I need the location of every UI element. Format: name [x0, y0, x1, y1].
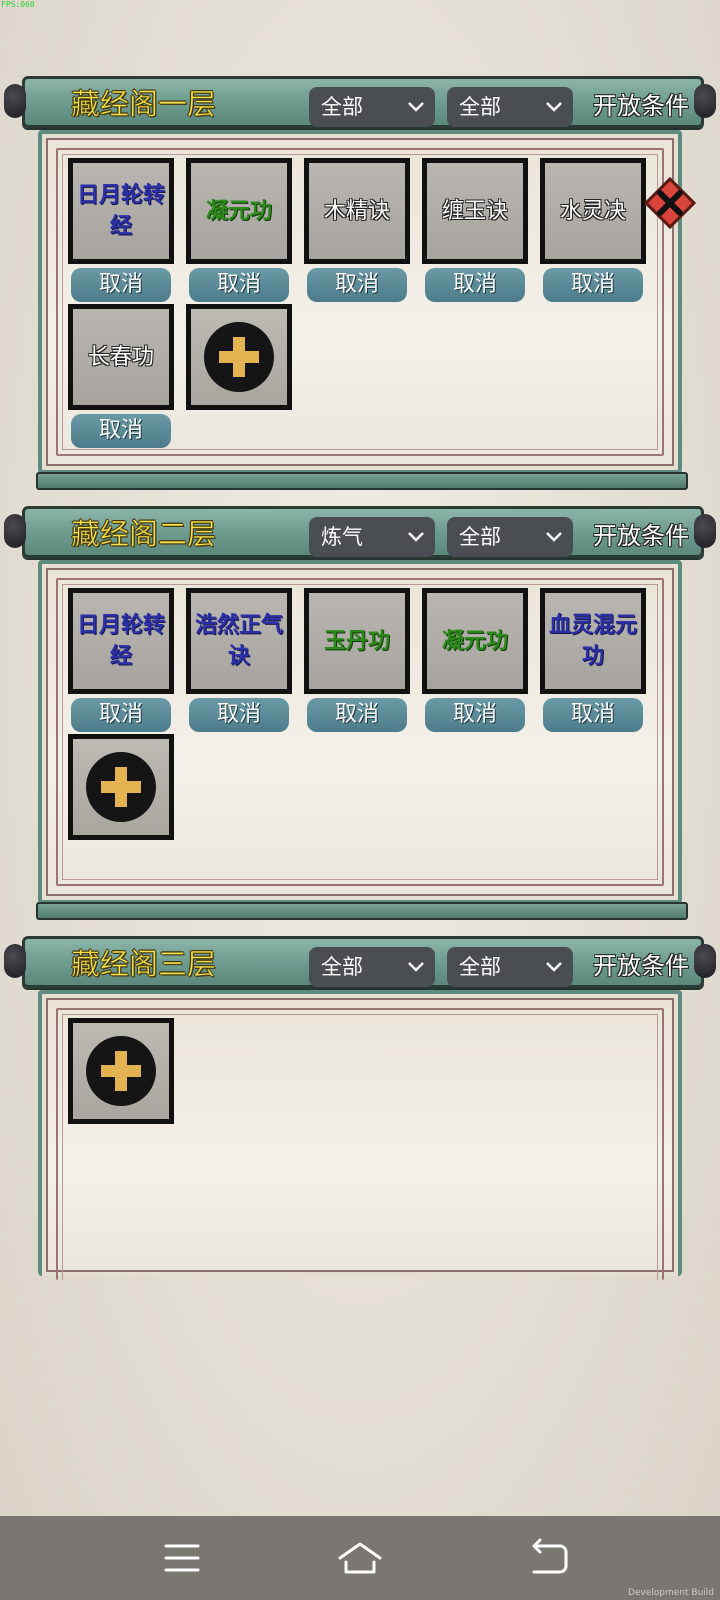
- floor-1-filter-realm[interactable]: 全部: [309, 87, 435, 127]
- floor-2-panel-base: [36, 902, 688, 920]
- cancel-button[interactable]: 取消: [71, 414, 171, 448]
- skill-slot[interactable]: 水灵决: [540, 158, 646, 264]
- floor-1-panel-base: [36, 472, 688, 490]
- cancel-button[interactable]: 取消: [425, 268, 525, 302]
- floor-1-open-condition-button[interactable]: 开放条件: [593, 89, 689, 123]
- scroll-rod-end: [4, 84, 26, 118]
- floor-3-open-condition-button[interactable]: 开放条件: [593, 949, 689, 983]
- floor-1-filter-realm-value: 全部: [321, 95, 363, 119]
- floor-2-filter-realm-value: 炼气: [321, 525, 363, 549]
- floor-3-header-bar: 藏经阁三层 全部 全部 开放条件: [22, 936, 704, 988]
- floor-3-title: 藏经阁三层: [71, 947, 217, 982]
- skill-name: 浩然正气诀: [194, 613, 283, 669]
- floor-1-filter-type-value: 全部: [459, 95, 501, 119]
- floor-2-filter-realm[interactable]: 炼气: [309, 517, 435, 557]
- floor-2-header-bar: 藏经阁二层 炼气 全部 开放条件: [22, 506, 704, 558]
- add-skill-slot[interactable]: [68, 1018, 174, 1124]
- floor-3-filter-type-value: 全部: [459, 955, 501, 979]
- development-build-label: Development Build: [627, 1588, 714, 1598]
- skill-name: 水灵决: [559, 198, 626, 224]
- skill-slot[interactable]: 玉丹功: [304, 588, 410, 694]
- chevron-down-icon: [546, 102, 562, 112]
- add-skill-slot[interactable]: [186, 304, 292, 410]
- home-icon[interactable]: [336, 1536, 384, 1580]
- chevron-down-icon: [546, 532, 562, 542]
- scroll-rod-end: [694, 944, 716, 978]
- close-icon[interactable]: [643, 176, 697, 230]
- system-navigation-bar: Development Build: [0, 1516, 720, 1600]
- menu-icon[interactable]: [158, 1536, 206, 1580]
- floor-2-open-condition-button[interactable]: 开放条件: [593, 519, 689, 553]
- floor-2-title: 藏经阁二层: [71, 517, 217, 552]
- floor-1-title: 藏经阁一层: [71, 87, 217, 122]
- skill-slot[interactable]: 浩然正气诀: [186, 588, 292, 694]
- scroll-rod-end: [694, 84, 716, 118]
- chevron-down-icon: [408, 102, 424, 112]
- plus-icon: [101, 1051, 141, 1091]
- chevron-down-icon: [546, 962, 562, 972]
- skill-name: 日月轮转经: [76, 183, 165, 239]
- skill-slot[interactable]: 血灵混元功: [540, 588, 646, 694]
- skill-slot[interactable]: 日月轮转经: [68, 588, 174, 694]
- cancel-button[interactable]: 取消: [189, 268, 289, 302]
- scroll-rod-end: [694, 514, 716, 548]
- fps-counter: FPS:060: [1, 0, 35, 9]
- cancel-button[interactable]: 取消: [425, 698, 525, 732]
- cancel-button[interactable]: 取消: [71, 698, 171, 732]
- skill-name: 木精诀: [323, 198, 390, 224]
- skill-slot[interactable]: 木精诀: [304, 158, 410, 264]
- floor-1-filter-type[interactable]: 全部: [447, 87, 573, 127]
- floor-2-filter-type-value: 全部: [459, 525, 501, 549]
- plus-icon: [219, 337, 259, 377]
- skill-name: 长春功: [87, 344, 154, 370]
- skill-name: 凝元功: [205, 198, 272, 224]
- skill-slot[interactable]: 缠玉诀: [422, 158, 528, 264]
- skill-name: 缠玉诀: [441, 198, 508, 224]
- skill-name: 玉丹功: [323, 628, 390, 654]
- cancel-button[interactable]: 取消: [543, 698, 643, 732]
- plus-icon: [101, 767, 141, 807]
- cancel-button[interactable]: 取消: [189, 698, 289, 732]
- scroll-rod-end: [4, 944, 26, 978]
- chevron-down-icon: [408, 532, 424, 542]
- chevron-down-icon: [408, 962, 424, 972]
- skill-slot[interactable]: 凝元功: [186, 158, 292, 264]
- skill-slot[interactable]: 凝元功: [422, 588, 528, 694]
- cancel-button[interactable]: 取消: [307, 698, 407, 732]
- skill-name: 血灵混元功: [548, 613, 637, 669]
- skill-name: 日月轮转经: [76, 613, 165, 669]
- cancel-button[interactable]: 取消: [543, 268, 643, 302]
- scroll-rod-end: [4, 514, 26, 548]
- skill-slot[interactable]: 长春功: [68, 304, 174, 410]
- back-icon[interactable]: [524, 1536, 572, 1580]
- skill-slot[interactable]: 日月轮转经: [68, 158, 174, 264]
- cancel-button[interactable]: 取消: [71, 268, 171, 302]
- cancel-button[interactable]: 取消: [307, 268, 407, 302]
- floor-1-header-bar: 藏经阁一层 全部 全部 开放条件: [22, 76, 704, 128]
- floor-2-filter-type[interactable]: 全部: [447, 517, 573, 557]
- floor-3-filter-realm-value: 全部: [321, 955, 363, 979]
- floor-3-filter-realm[interactable]: 全部: [309, 947, 435, 987]
- add-skill-slot[interactable]: [68, 734, 174, 840]
- skill-name: 凝元功: [441, 628, 508, 654]
- floor-3-filter-type[interactable]: 全部: [447, 947, 573, 987]
